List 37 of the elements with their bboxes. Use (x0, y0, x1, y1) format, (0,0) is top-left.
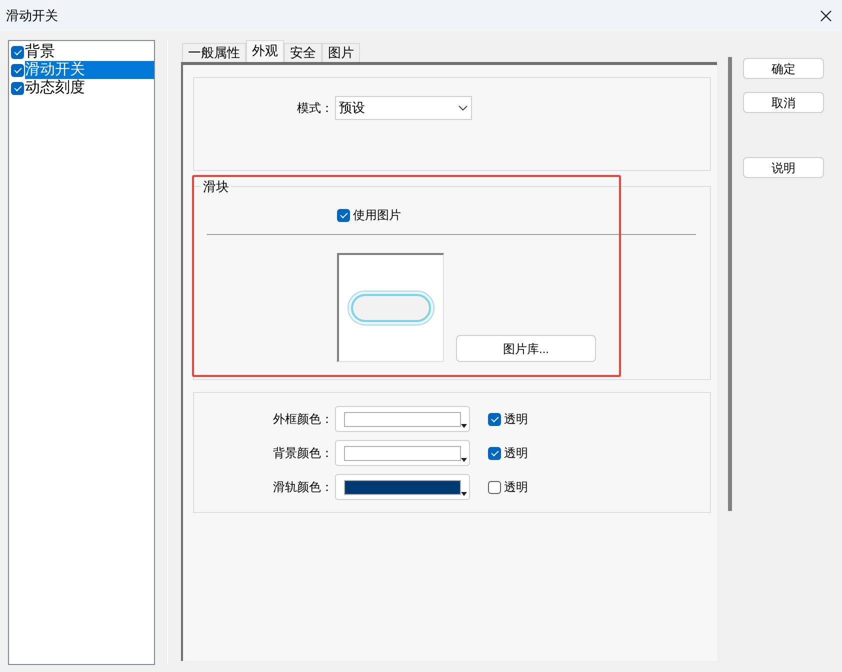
checkbox-label: 透明 (504, 445, 528, 462)
tab[interactable]: 外观 (246, 40, 284, 62)
checkbox[interactable] (488, 480, 501, 494)
image-library-button[interactable]: 图片库... (456, 335, 596, 362)
chevron-down-icon (458, 105, 468, 111)
checkbox[interactable] (11, 82, 24, 94)
checkbox-label: 透明 (504, 411, 528, 428)
color-picker[interactable] (335, 440, 470, 466)
dropdown-arrow-icon (461, 458, 467, 462)
tab[interactable]: 一般属性 (182, 43, 246, 62)
checkbox[interactable] (11, 46, 24, 58)
checkbox[interactable] (11, 64, 24, 76)
tree-item[interactable]: 滑动开关 (25, 61, 154, 79)
dropdown-arrow-icon (461, 424, 467, 428)
checkbox-label: 使用图片 (353, 207, 401, 224)
color-label: 背景颜色： (272, 445, 334, 462)
group-title: 滑块 (201, 179, 231, 194)
dialog-button[interactable]: 取消 (743, 92, 824, 113)
dialog-button[interactable]: 确定 (743, 58, 824, 79)
color-label: 外框颜色： (272, 411, 334, 428)
color-label: 滑轨颜色： (272, 479, 334, 496)
checkbox-label: 透明 (504, 479, 528, 496)
tab[interactable]: 图片 (322, 43, 360, 62)
window-title: 滑动开关 (6, 6, 58, 25)
color-picker[interactable] (335, 406, 470, 432)
close-icon[interactable] (820, 10, 832, 22)
mode-select[interactable]: 预设 (335, 96, 472, 120)
tree-item[interactable]: 背景 (25, 43, 154, 61)
tree-item[interactable]: 动态刻度 (25, 79, 154, 97)
dropdown-arrow-icon (461, 492, 467, 496)
dialog-button[interactable]: 说明 (743, 157, 824, 178)
checkbox[interactable] (337, 208, 350, 222)
tab[interactable]: 安全 (284, 43, 322, 62)
checkbox[interactable] (488, 412, 501, 426)
color-picker[interactable] (335, 474, 470, 500)
mode-label: 模式： (296, 100, 334, 117)
checkbox[interactable] (488, 446, 501, 460)
